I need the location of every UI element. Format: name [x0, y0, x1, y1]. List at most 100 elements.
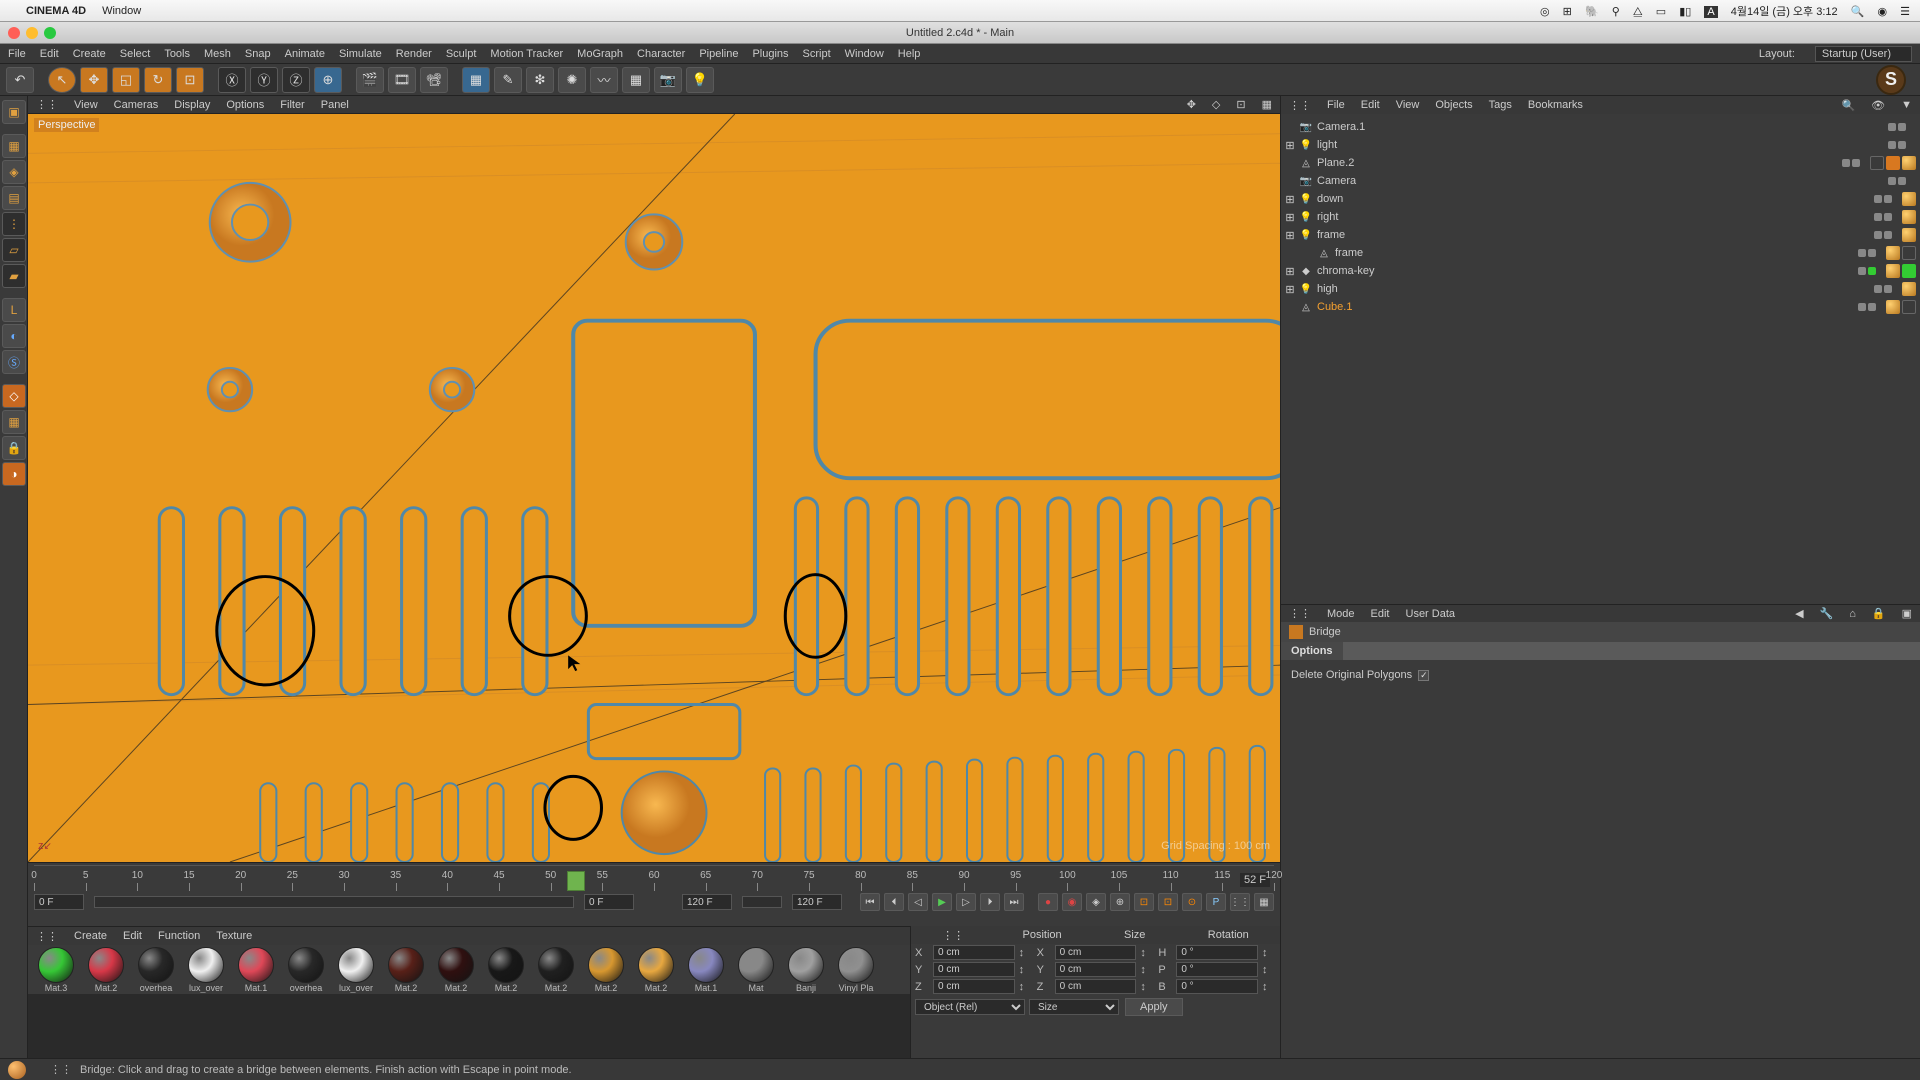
menu-tools[interactable]: Tools	[164, 48, 190, 60]
recent-tool[interactable]: ⊡	[176, 67, 204, 93]
substance-icon[interactable]: S	[1876, 65, 1906, 95]
nav-icon[interactable]: ⊡	[1236, 98, 1245, 111]
tree-row[interactable]: ◬Plane.2	[1285, 154, 1916, 172]
amenu-edit[interactable]: Edit	[1371, 608, 1390, 620]
os-menu-window[interactable]: Window	[102, 5, 141, 17]
menu-help[interactable]: Help	[898, 48, 921, 60]
goto-start[interactable]: ⏮	[860, 893, 880, 911]
app-name[interactable]: CINEMA 4D	[26, 5, 86, 17]
render-pv[interactable]: 📽	[420, 67, 448, 93]
generator-tool[interactable]: ✺	[558, 67, 586, 93]
menu-window[interactable]: Window	[845, 48, 884, 60]
range-slider2[interactable]	[742, 896, 782, 908]
nav-icon[interactable]: ✥	[1187, 98, 1196, 111]
tree-row[interactable]: ⊞💡right	[1285, 208, 1916, 226]
z-axis-lock[interactable]: Ⓩ	[282, 67, 310, 93]
3d-viewport[interactable]: Perspective	[28, 114, 1280, 862]
key-opts[interactable]: ⊕	[1110, 893, 1130, 911]
record-button[interactable]: ●	[1038, 893, 1058, 911]
tree-row[interactable]: ⊞💡high	[1285, 280, 1916, 298]
filter-icon[interactable]: ▼	[1901, 99, 1912, 111]
viewport-solo[interactable]: ▦	[2, 410, 26, 434]
material-item[interactable]: lux_over	[332, 947, 380, 993]
playhead[interactable]	[567, 871, 585, 891]
status-icon[interactable]: ⊞	[1563, 6, 1572, 18]
amenu-mode[interactable]: Mode	[1327, 608, 1355, 620]
material-item[interactable]: Mat.2	[532, 947, 580, 993]
scale-tool[interactable]: ◱	[112, 67, 140, 93]
autokey-button[interactable]: ◉	[1062, 893, 1082, 911]
key-r[interactable]: ⊙	[1182, 893, 1202, 911]
menu-render[interactable]: Render	[396, 48, 432, 60]
step-back[interactable]: ⏴	[884, 893, 904, 911]
range-end[interactable]	[792, 894, 842, 910]
tool-icon[interactable]: 🔧	[1820, 607, 1834, 620]
menu-animate[interactable]: Animate	[285, 48, 325, 60]
apply-button[interactable]: Apply	[1125, 998, 1183, 1016]
tree-row[interactable]: ⊞💡down	[1285, 190, 1916, 208]
menu-edit[interactable]: Edit	[40, 48, 59, 60]
material-item[interactable]: Mat.1	[682, 947, 730, 993]
traffic-lights[interactable]	[8, 27, 56, 39]
material-item[interactable]: Mat.2	[482, 947, 530, 993]
select-tool[interactable]: ↖	[48, 67, 76, 93]
tree-row[interactable]: 📷Camera.1	[1285, 118, 1916, 136]
menu-create[interactable]: Create	[73, 48, 106, 60]
step-fwd[interactable]: ⏵	[980, 893, 1000, 911]
menu-file[interactable]: File	[8, 48, 26, 60]
menu-character[interactable]: Character	[637, 48, 685, 60]
menu-simulate[interactable]: Simulate	[339, 48, 382, 60]
omenu-edit[interactable]: Edit	[1361, 99, 1380, 111]
key-settings[interactable]: ▦	[1254, 893, 1274, 911]
key-pla[interactable]: P	[1206, 893, 1226, 911]
menu-mograph[interactable]: MoGraph	[577, 48, 623, 60]
texture-mode[interactable]: ◈	[2, 160, 26, 184]
menu-script[interactable]: Script	[803, 48, 831, 60]
tree-row[interactable]: 📷Camera	[1285, 172, 1916, 190]
tree-row[interactable]: ⊞💡frame	[1285, 226, 1916, 244]
rotate-tool[interactable]: ↻	[144, 67, 172, 93]
menu-mesh[interactable]: Mesh	[204, 48, 231, 60]
next-key[interactable]: ▷	[956, 893, 976, 911]
menu-motiontracker[interactable]: Motion Tracker	[490, 48, 563, 60]
material-item[interactable]: overhea	[282, 947, 330, 993]
notif-icon[interactable]: ☰	[1900, 6, 1910, 18]
tree-row[interactable]: ⊞💡light	[1285, 136, 1916, 154]
polygon-mode[interactable]: ▰	[2, 264, 26, 288]
delete-orig-checkbox[interactable]	[1418, 670, 1429, 681]
environment-tool[interactable]: ▦	[622, 67, 650, 93]
move-tool[interactable]: ✥	[80, 67, 108, 93]
range-slider[interactable]	[94, 896, 574, 908]
amenu-userdata[interactable]: User Data	[1406, 608, 1456, 620]
nav-icon[interactable]: ◇	[1212, 98, 1220, 111]
omenu-view[interactable]: View	[1396, 99, 1420, 111]
wifi-icon[interactable]: ⧋	[1633, 6, 1643, 18]
material-item[interactable]: Mat.2	[82, 947, 130, 993]
tree-row[interactable]: ◬frame	[1285, 244, 1916, 262]
vmenu-filter[interactable]: Filter	[280, 99, 304, 111]
layout-select[interactable]: Startup (User)	[1815, 46, 1912, 62]
prev-key[interactable]: ◁	[908, 893, 928, 911]
lock-icon[interactable]: 🔒	[2, 436, 26, 460]
lock-icon[interactable]: 🔒	[1872, 607, 1886, 620]
material-item[interactable]: lux_over	[182, 947, 230, 993]
material-list[interactable]: Mat.3Mat.2overhealux_overMat.1overhealux…	[28, 945, 910, 994]
matmenu-edit[interactable]: Edit	[123, 930, 142, 942]
matmenu-create[interactable]: Create	[74, 930, 107, 942]
menu-plugins[interactable]: Plugins	[752, 48, 788, 60]
object-tree[interactable]: 📷Camera.1⊞💡light◬Plane.2📷Camera⊞💡down⊞💡r…	[1281, 114, 1920, 604]
omenu-objects[interactable]: Objects	[1435, 99, 1472, 111]
light-tool[interactable]: 💡	[686, 67, 714, 93]
eye-icon[interactable]: 👁	[1871, 99, 1885, 112]
vmenu-cameras[interactable]: Cameras	[114, 99, 159, 111]
menu-pipeline[interactable]: Pipeline	[699, 48, 738, 60]
deformer-tool[interactable]: 〰	[590, 67, 618, 93]
loop-tool[interactable]: ◑	[2, 462, 26, 486]
menu-snap[interactable]: Snap	[245, 48, 271, 60]
axis-mode[interactable]: L	[2, 298, 26, 322]
vmenu-panel[interactable]: Panel	[321, 99, 349, 111]
coord-mode[interactable]: Object (Rel)	[915, 999, 1025, 1015]
camera-tool[interactable]: 📷	[654, 67, 682, 93]
make-editable[interactable]: ▣	[2, 100, 26, 124]
x-axis-lock[interactable]: Ⓧ	[218, 67, 246, 93]
